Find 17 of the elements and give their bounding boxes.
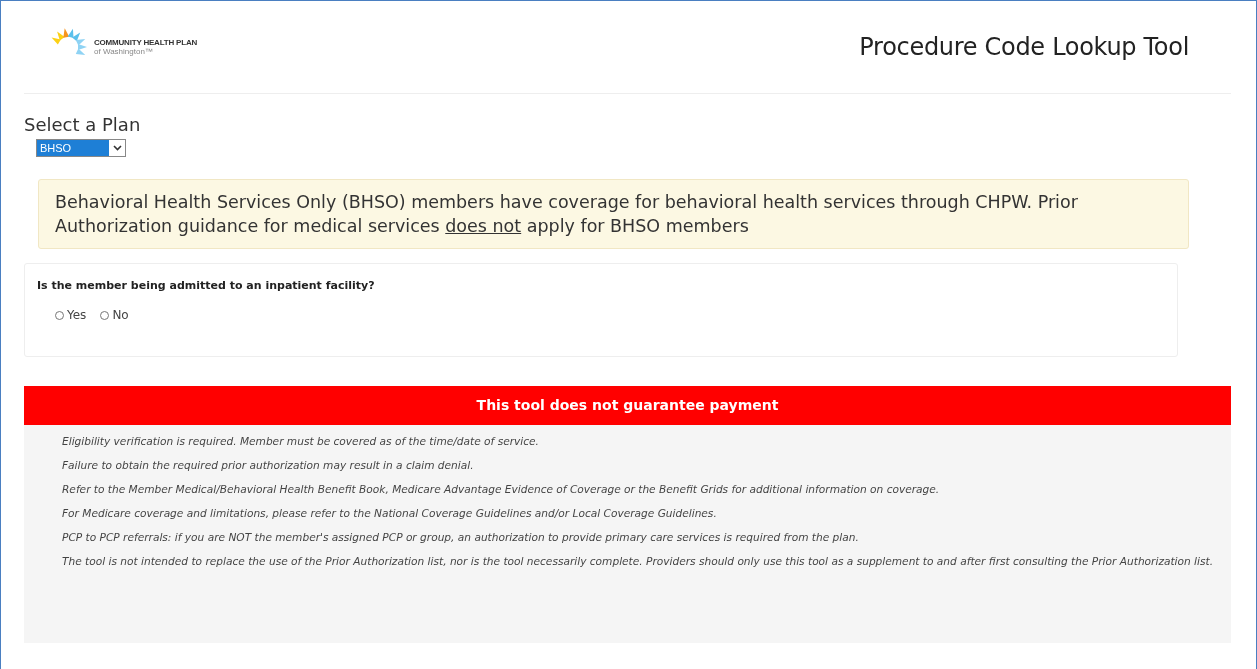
question-text: Is the member being admitted to an inpatient facility? bbox=[37, 279, 376, 292]
warning-banner: This tool does not guarantee payment bbox=[24, 386, 1231, 425]
disclaimer-text: Eligibility verification is required. Member must be covered as of the time/date of service. bbox=[62, 434, 540, 449]
chevron-down-icon bbox=[112, 145, 122, 151]
page-title: Procedure Code Lookup Tool bbox=[859, 33, 1189, 61]
plan-select[interactable]: BHSO bbox=[36, 139, 126, 157]
disclaimer-text: For Medicare coverage and limitations, please refer to the National Coverage Guidelines and/or Local Coverage Guidelines. bbox=[62, 506, 718, 521]
disclaimer-text: Failure to obtain the required prior authorization may result in a claim denial. bbox=[62, 458, 475, 473]
radio-option[interactable]: No bbox=[100, 308, 129, 322]
disclaimer-text: Refer to the Member Medical/Behavioral Health Benefit Book, Medicare Advantage Evidence of Coverage or the Benefit Grids for additional information on coverage. bbox=[62, 482, 941, 497]
disclaimer-text: The tool is not intended to replace the use of the Prior Authorization list, nor is the tool necessarily complete. Providers should only use this tool as a supplement to and after first consulting the Prior Authorization list. bbox=[62, 554, 1214, 569]
logo-subtitle: of Washington™ bbox=[94, 47, 154, 56]
radio-option[interactable]: Yes bbox=[55, 308, 87, 322]
notice-text: Behavioral Health Services Only (BHSO) members have coverage for behavioral health services through CHPW. Prior Authorization guidance for medical services does not apply for BHSO members bbox=[38, 179, 1189, 249]
plan-label: Select a Plan bbox=[24, 114, 142, 135]
logo-name: COMMUNITY HEALTH PLAN bbox=[94, 38, 198, 47]
disclaimer-text: PCP to PCP referrals: if you are NOT the member's assigned PCP or group, an authorization to provide primary care services is required from the plan. bbox=[62, 530, 860, 545]
